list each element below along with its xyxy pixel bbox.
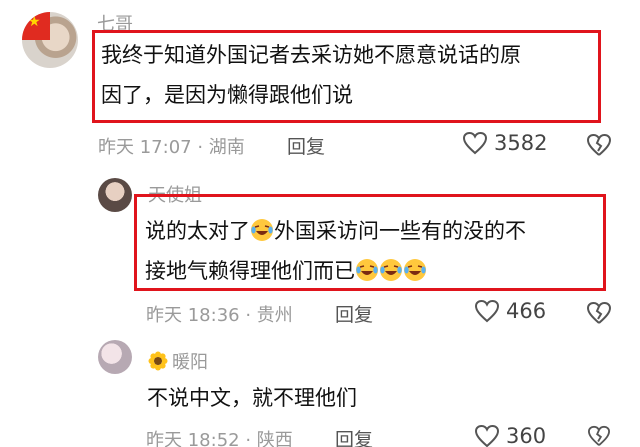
comment-username[interactable]: 暖阳 [148,348,208,374]
reply-button[interactable]: 回复 [287,132,325,159]
crying-laugh-emoji-icon [380,259,402,281]
comment-text-line: 说的太对了 外国采访问一些有的没的不 [145,211,526,251]
avatar[interactable] [98,178,132,212]
comment-text-line: 接地气赖得理他们而已 [145,251,526,291]
comment-text-segment: 外国采访问一些有的没的不 [274,219,526,243]
avatar[interactable] [22,12,78,68]
avatar[interactable] [98,340,132,374]
like-button[interactable]: 3582 [462,131,547,155]
comment-time: 昨天 17:07 [98,137,192,158]
meta-separator: · [239,305,257,326]
flag-badge-icon [22,12,50,40]
broken-heart-icon[interactable] [586,133,612,157]
like-button[interactable]: 360 [474,424,546,447]
like-button[interactable]: 466 [474,299,546,323]
like-count: 360 [506,424,547,447]
comment-meta: 昨天 17:07 · 湖南 [98,133,245,159]
crying-laugh-emoji-icon [356,259,378,281]
crying-laugh-emoji-icon [251,219,273,241]
comment-time: 昨天 18:52 [146,430,240,447]
like-count: 466 [506,299,547,323]
heart-icon [462,131,488,155]
like-count: 3582 [494,131,548,155]
comment-thread: 七哥 我终于知道外国记者去采访她不愿意说话的原 因了，是因为懒得跟他们说 昨天 … [0,0,640,447]
comment-text-segment: 接地气赖得理他们而已 [145,259,355,283]
comment-text-line: 因了，是因为懒得跟他们说 [101,83,353,107]
heart-icon [474,424,500,447]
broken-heart-icon[interactable] [586,425,612,447]
reply-button[interactable]: 回复 [335,425,373,447]
broken-heart-icon[interactable] [586,301,612,325]
comment-meta: 昨天 18:36 · 贵州 [146,301,293,327]
comment-text: 我终于知道外国记者去采访她不愿意说话的原 因了，是因为懒得跟他们说 [101,35,521,115]
comment-text-line: 我终于知道外国记者去采访她不愿意说话的原 [101,43,521,67]
comment-text: 说的太对了 外国采访问一些有的没的不 接地气赖得理他们而已 [145,211,526,291]
reply-button[interactable]: 回复 [335,300,373,327]
comment-location: 湖南 [208,137,245,158]
heart-icon [474,299,500,323]
comment-location: 贵州 [256,305,293,326]
comment-meta: 昨天 18:52 · 陕西 [146,426,293,447]
meta-separator: · [191,137,209,158]
sunflower-icon [148,351,168,371]
comment-time: 昨天 18:36 [146,305,240,326]
crying-laugh-emoji-icon [404,259,426,281]
comment-location: 陕西 [256,430,293,447]
comment-text: 不说中文，就不理他们 [147,386,357,410]
comment-username-text: 暖阳 [172,352,208,373]
comment-text-segment: 说的太对了 [145,219,250,243]
meta-separator: · [239,430,257,447]
